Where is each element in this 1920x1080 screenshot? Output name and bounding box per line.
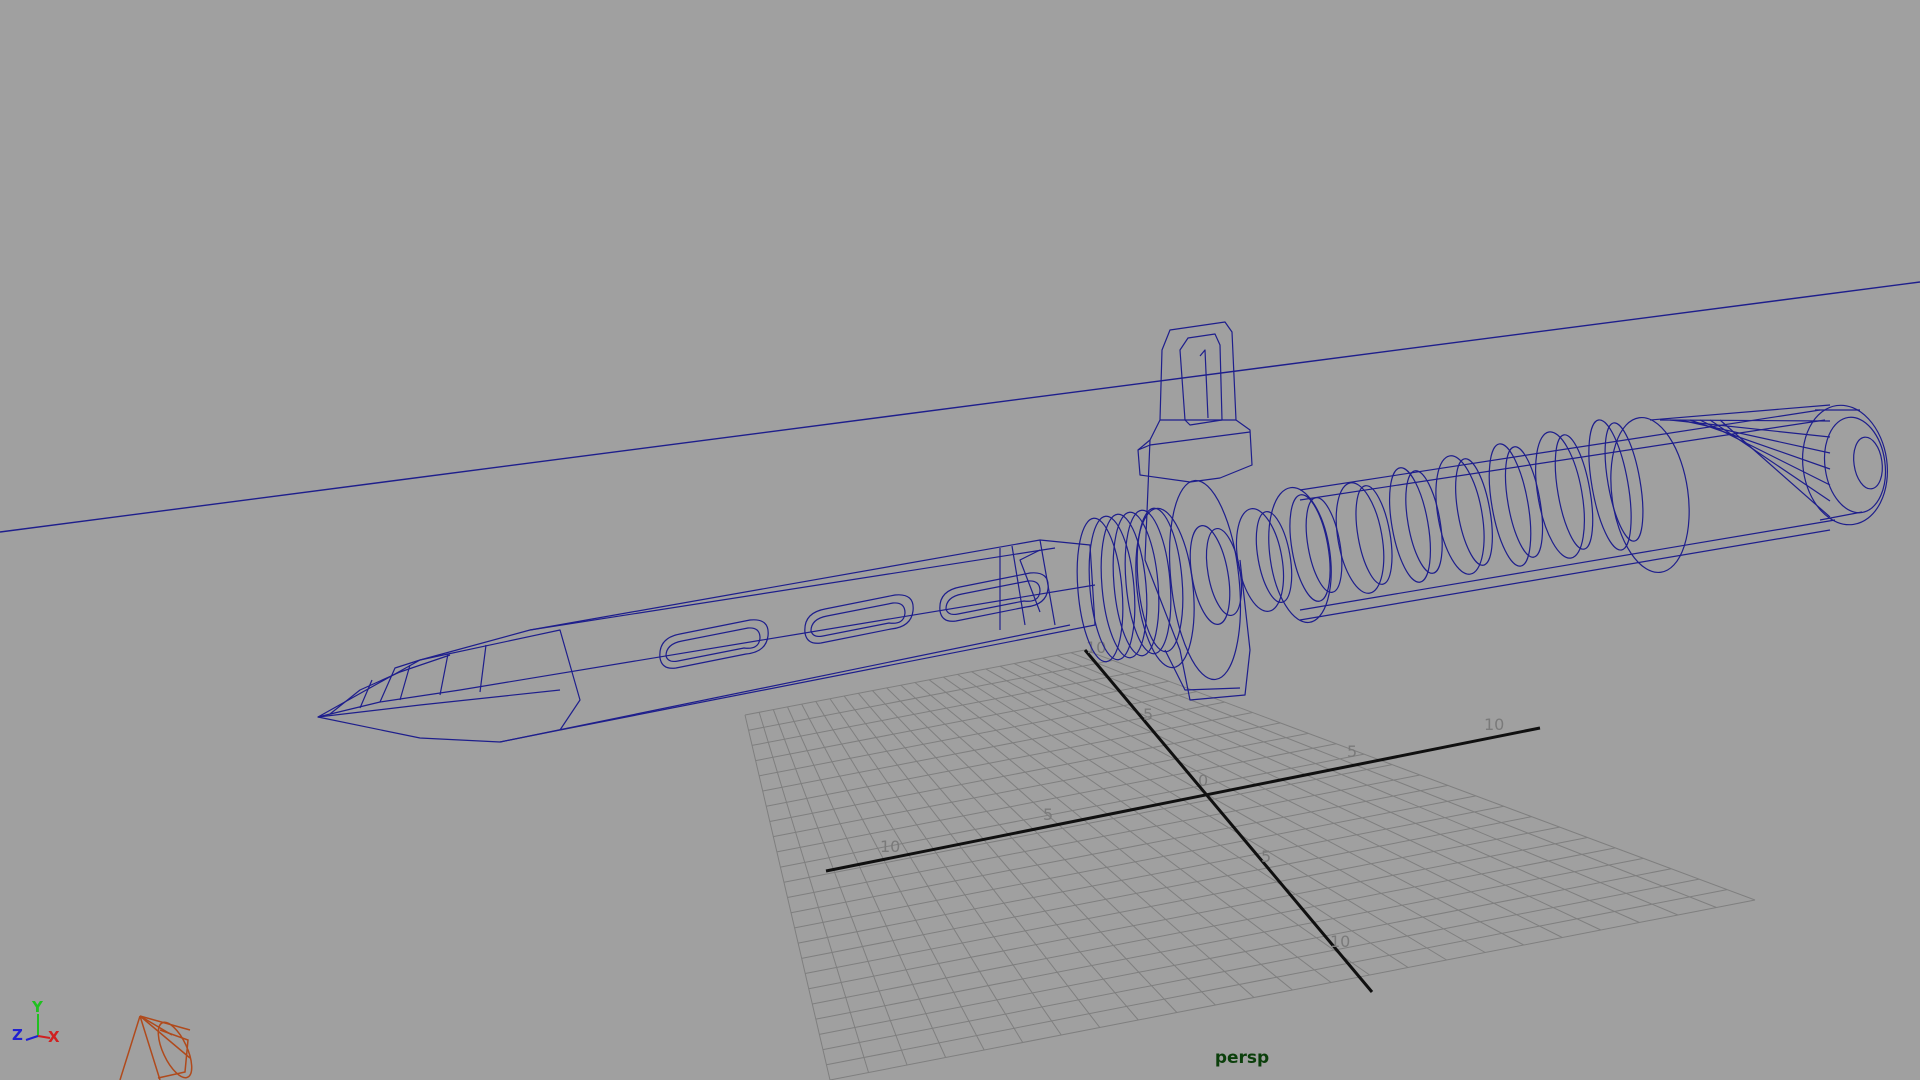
grid-line bbox=[819, 868, 1672, 1035]
grid-line bbox=[1042, 657, 1640, 923]
grid-line bbox=[815, 857, 1644, 1020]
wire-ring bbox=[1169, 479, 1241, 681]
persp-viewport[interactable]: 10 5 0 5 10 5 10 5 10 Y Z X persp bbox=[0, 0, 1920, 1080]
grid-line bbox=[1070, 652, 1717, 908]
wire-edge bbox=[329, 654, 451, 715]
wire-edge bbox=[665, 627, 761, 663]
wire-ring bbox=[1488, 443, 1532, 567]
grid-line bbox=[1084, 649, 1756, 901]
wire-ring bbox=[1610, 416, 1690, 574]
wire-edge bbox=[1299, 409, 1821, 491]
wire-edge bbox=[1299, 529, 1831, 621]
wire-ring bbox=[1305, 497, 1343, 593]
wire-ring bbox=[1801, 404, 1889, 526]
grid-line bbox=[794, 795, 1476, 929]
wire-ring bbox=[1355, 485, 1393, 585]
grid-label-b-neg5: 5 bbox=[1143, 705, 1153, 724]
viewport-scene[interactable]: 10 5 0 5 10 5 10 5 10 bbox=[0, 0, 1920, 1080]
axis-y-label: Y bbox=[32, 998, 43, 1016]
grid-label-b-pos5: 5 bbox=[1261, 847, 1271, 866]
grid-line bbox=[1013, 663, 1563, 938]
grid-line bbox=[822, 878, 1700, 1051]
wire-edge bbox=[1709, 419, 1831, 502]
grid-line bbox=[914, 682, 1293, 991]
view-axis-icon: Y Z X bbox=[8, 998, 62, 1048]
grid-line bbox=[999, 665, 1524, 946]
grid-line bbox=[801, 816, 1532, 959]
grid-line bbox=[826, 889, 1728, 1066]
wire-edge bbox=[317, 584, 1096, 718]
axis-z-label: Z bbox=[12, 1026, 23, 1044]
wire-edge bbox=[1199, 349, 1209, 419]
camera-icon[interactable] bbox=[119, 1015, 199, 1080]
grid-label-b-pos10: 10 bbox=[1330, 932, 1350, 951]
grid-line bbox=[805, 826, 1560, 975]
wire-ring bbox=[1435, 455, 1485, 575]
wire-edge bbox=[359, 644, 487, 709]
camera-name-label: persp bbox=[1214, 1048, 1270, 1068]
grid-label-a-pos5: 5 bbox=[1347, 742, 1357, 761]
axis-x-label: X bbox=[48, 1028, 60, 1046]
wire-edge bbox=[419, 629, 581, 731]
grid-label-a-neg10: 10 bbox=[880, 837, 900, 856]
grid-line bbox=[1056, 654, 1679, 916]
wire-edge bbox=[317, 539, 1096, 743]
wire-edge bbox=[1719, 419, 1831, 518]
wire-edge bbox=[0, 281, 1920, 533]
grid-label-origin: 0 bbox=[1198, 771, 1208, 790]
wire-edge bbox=[1815, 409, 1863, 521]
grid-line bbox=[1028, 660, 1602, 931]
wire-edge bbox=[1137, 321, 1253, 483]
wire-ring bbox=[1455, 458, 1493, 566]
wire-ring bbox=[1335, 482, 1385, 594]
grid-label-a-pos10: 10 bbox=[1484, 715, 1504, 734]
wire-ring bbox=[1504, 446, 1544, 558]
wire-edge bbox=[810, 602, 906, 638]
grid-line bbox=[812, 847, 1616, 1005]
wire-ring bbox=[1255, 511, 1293, 603]
wire-edge bbox=[499, 624, 1071, 743]
wire-ring bbox=[1124, 509, 1172, 655]
wire-ring bbox=[1535, 431, 1585, 559]
ground-grid bbox=[744, 649, 1756, 1080]
wire-edge bbox=[529, 547, 1056, 631]
grid-label-a-neg5: 5 bbox=[1043, 805, 1053, 824]
wire-edge bbox=[1137, 431, 1251, 451]
grid-line bbox=[943, 676, 1370, 976]
wire-edge bbox=[379, 659, 421, 703]
grid-axis-x bbox=[825, 726, 1541, 873]
wire-edge bbox=[945, 580, 1041, 616]
wire-ring bbox=[1604, 422, 1644, 542]
knife-wireframe-model[interactable] bbox=[0, 281, 1920, 743]
wire-edge bbox=[1179, 333, 1223, 426]
grid-line bbox=[808, 837, 1588, 990]
